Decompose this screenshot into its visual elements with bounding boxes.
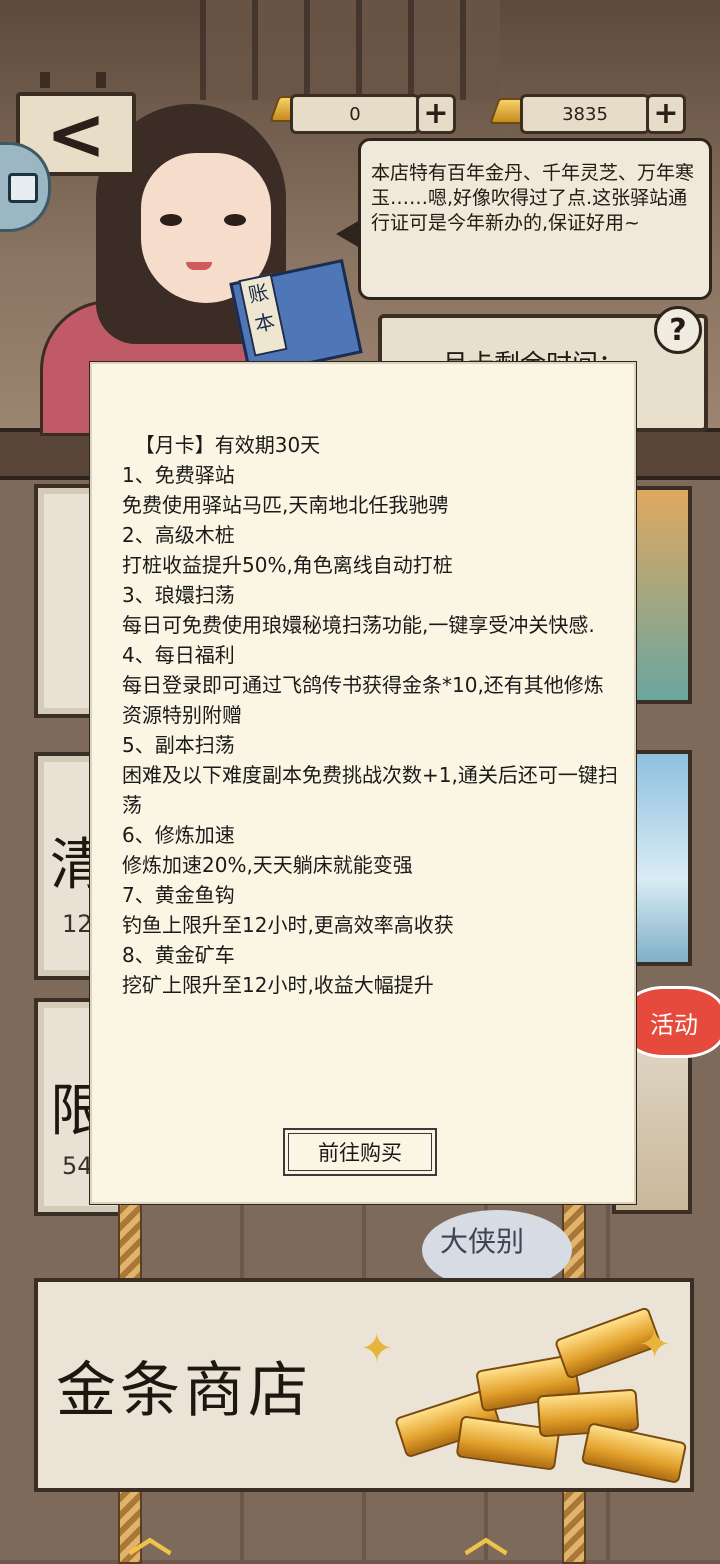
go-purchase-button[interactable]: 前往购买 — [283, 1128, 437, 1176]
currency-2-value: 3835 — [520, 94, 650, 134]
sparkle-icon: ✦ — [360, 1326, 394, 1372]
speech-bubble-tail — [336, 220, 360, 248]
benefit-desc: 挖矿上限升至12小时,收益大幅提升 — [122, 973, 434, 997]
benefit-desc: 修炼加速20%,天天躺床就能变强 — [122, 853, 413, 877]
benefit-title: 8、黄金矿车 — [122, 943, 235, 967]
activity-badge: 活动 — [622, 986, 720, 1058]
gold-shop-banner[interactable]: 金条商店 ✦ ✦ — [34, 1278, 694, 1492]
benefit-desc: 每日可免费使用琅嬛秘境扫荡功能,一键享受冲关快感. — [122, 613, 595, 637]
background-window — [200, 0, 500, 100]
benefit-title: 2、高级木桩 — [122, 523, 235, 547]
benefit-desc: 免费使用驿站马匹,天南地北任我驰骋 — [122, 493, 449, 517]
rope-right-bottom — [562, 1484, 586, 1564]
currency-2-add-button[interactable]: + — [646, 94, 686, 134]
benefit-title: 4、每日福利 — [122, 643, 235, 667]
nail-icon — [40, 72, 50, 88]
benefit-title: 3、琅嬛扫荡 — [122, 583, 235, 607]
benefit-title: 6、修炼加速 — [122, 823, 235, 847]
npc-speech-text: 本店特有百年金丹、千年灵芝、万年寒玉……嗯,好像吹得过了点.这张驿站通行证可是今… — [371, 162, 695, 234]
back-chevron-icon: < — [45, 92, 107, 176]
benefit-desc: 困难及以下难度副本免费挑战次数+1,通关后还可一键扫荡 — [122, 763, 618, 817]
side-tab-icon — [8, 173, 38, 203]
benefit-desc: 钓鱼上限升至12小时,更高效率高收获 — [122, 913, 454, 937]
npc-eye-right — [224, 214, 246, 226]
benefit-title: 1、免费驿站 — [122, 463, 235, 487]
board-2-subtitle: 12 — [62, 910, 93, 938]
npc-eye-left — [160, 214, 182, 226]
gold-bar-icon — [580, 1422, 688, 1484]
rope-left — [118, 1196, 142, 1286]
npc-mouth — [186, 262, 212, 270]
scroll-up-arrow-icon[interactable]: ︿ — [128, 1500, 172, 1564]
month-card-benefit-list: 【月卡】有效期30天 1、免费驿站 免费使用驿站马匹,天南地北任我驰骋 2、高级… — [122, 430, 622, 1000]
benefit-title: 5、副本扫荡 — [122, 733, 235, 757]
benefit-desc: 每日登录即可通过飞鸽传书获得金条*10,还有其他修炼资源特别附赠 — [122, 673, 604, 727]
sparkle-icon: ✦ — [638, 1322, 672, 1368]
nail-icon — [96, 72, 106, 88]
gold-shop-title: 金条商店 — [56, 1356, 312, 1426]
benefit-title: 7、黄金鱼钩 — [122, 883, 235, 907]
benefit-desc: 打桩收益提升50%,角色离线自动打桩 — [122, 553, 453, 577]
dialog-header: 【月卡】有效期30天 — [122, 433, 321, 457]
board-3-subtitle: 54 — [62, 1152, 93, 1180]
currency-1-value: 0 — [290, 94, 420, 134]
scroll-up-arrow-icon[interactable]: ︿ — [464, 1500, 508, 1564]
help-button[interactable]: ? — [654, 306, 702, 354]
currency-1-add-button[interactable]: + — [416, 94, 456, 134]
npc-speech-bubble: 本店特有百年金丹、千年灵芝、万年寒玉……嗯,好像吹得过了点.这张驿站通行证可是今… — [358, 138, 712, 300]
month-card-dialog: 【月卡】有效期30天 1、免费驿站 免费使用驿站马匹,天南地北任我驰骋 2、高级… — [90, 362, 636, 1204]
